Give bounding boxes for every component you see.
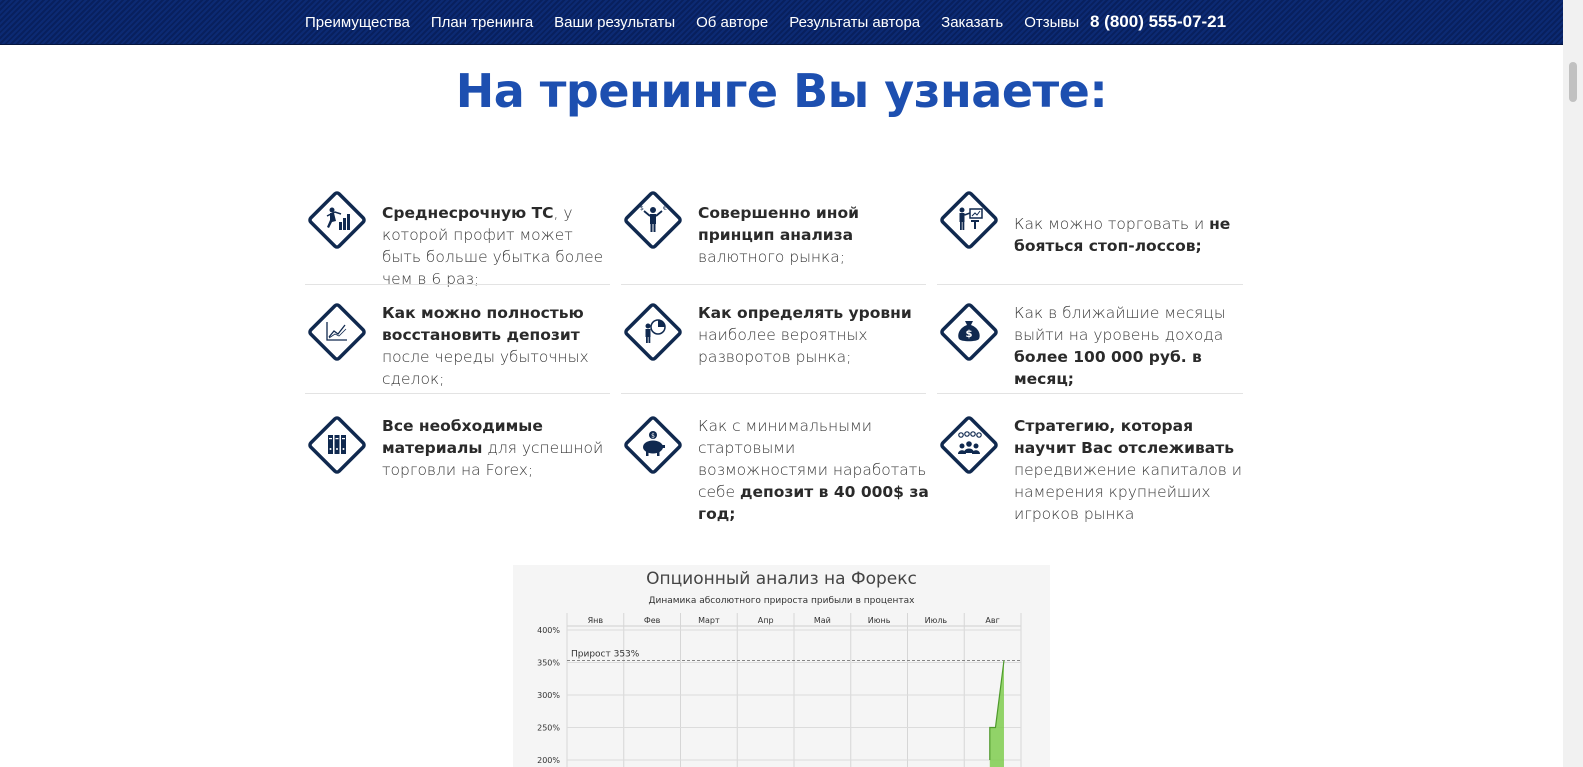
nav-link-training-plan[interactable]: План тренинга xyxy=(431,14,533,31)
y-tick-label: 200% xyxy=(537,756,560,765)
row-divider xyxy=(937,393,1243,394)
month-label: Июль xyxy=(925,616,948,625)
top-navbar: Преимущества План тренинга Ваши результа… xyxy=(0,0,1563,45)
currency-man-icon: $ € xyxy=(624,191,682,249)
month-label: Авг xyxy=(985,616,999,625)
feature-text: Как определять уровни наиболее вероятных… xyxy=(698,304,912,366)
month-label: Апр xyxy=(758,616,774,625)
month-label: Март xyxy=(698,616,720,625)
feature-text: Как с минимальными стартовыми возможност… xyxy=(698,417,929,523)
capital-flow-icon xyxy=(940,416,998,474)
month-label: Июнь xyxy=(868,616,891,625)
scrollbar-thumb[interactable] xyxy=(1569,62,1577,102)
phone-number[interactable]: 8 (800) 555-07-21 xyxy=(1090,0,1226,44)
svg-text:$: $ xyxy=(640,205,644,212)
y-tick-label: 250% xyxy=(537,724,560,733)
trader-chart-icon xyxy=(308,191,366,249)
nav-link-reviews[interactable]: Отзывы xyxy=(1024,14,1079,31)
nav-link-order[interactable]: Заказать xyxy=(941,14,1003,31)
y-tick-label: 350% xyxy=(537,659,560,668)
svg-text:€: € xyxy=(663,205,667,212)
money-bag-icon: $ xyxy=(940,303,998,361)
profit-chart: Опционный анализ на Форекс Динамика абсо… xyxy=(513,565,1050,767)
section-heading: На тренинге Вы узнаете: xyxy=(455,64,1108,118)
month-label: Янв xyxy=(588,616,604,625)
nav-link-about-author[interactable]: Об авторе xyxy=(696,14,768,31)
row-divider xyxy=(305,393,610,394)
main-nav: Преимущества План тренинга Ваши результа… xyxy=(305,0,1100,44)
feature-text: Среднесрочную ТС, у которой профит может… xyxy=(382,204,604,288)
row-divider xyxy=(937,284,1243,285)
annotation-label: Прирост 353% xyxy=(571,650,640,660)
svg-text:$: $ xyxy=(966,329,973,340)
month-label: Фев xyxy=(644,616,661,625)
y-tick-label: 400% xyxy=(537,626,560,635)
row-divider xyxy=(305,284,610,285)
books-icon xyxy=(308,416,366,474)
presentation-icon xyxy=(940,191,998,249)
nav-link-advantages[interactable]: Преимущества xyxy=(305,14,410,31)
y-tick-label: 300% xyxy=(537,691,560,700)
svg-text:$: $ xyxy=(651,433,655,440)
growth-chart-icon xyxy=(308,303,366,361)
feature-text: Как в ближайшие месяцы выйти на уровень … xyxy=(1014,304,1226,388)
feature-text: Все необходимые материалы для успешной т… xyxy=(382,417,604,479)
feature-text: Как можно торговать и не бояться стоп-ло… xyxy=(1014,215,1231,255)
feature-text: Как можно полностью восстановить депозит… xyxy=(382,304,589,388)
piggy-bank-icon: $ xyxy=(624,416,682,474)
row-divider xyxy=(621,393,926,394)
feature-text: Стратегию, которая научит Вас отслеживат… xyxy=(1014,417,1242,523)
month-label: Май xyxy=(814,616,831,625)
row-divider xyxy=(621,284,926,285)
feature-text: Совершенно иной принцип анализа валютног… xyxy=(698,204,859,266)
pie-chart-man-icon xyxy=(624,303,682,361)
nav-link-your-results[interactable]: Ваши результаты xyxy=(554,14,675,31)
page-scrollbar[interactable] xyxy=(1563,0,1583,767)
nav-link-author-results[interactable]: Результаты автора xyxy=(789,14,920,31)
chart-plot: Янв Фев Март Апр Май Июнь Июль Авг 400% 350% 300% 2… xyxy=(537,613,1022,767)
